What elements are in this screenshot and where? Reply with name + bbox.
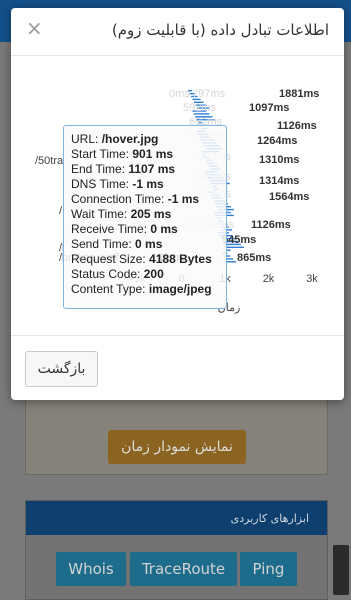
tooltip-row-receive: Receive Time: 0 ms bbox=[71, 222, 178, 236]
back-button[interactable]: بازگشت bbox=[25, 351, 98, 387]
tooltip-row-connection: Connection Time: -1 ms bbox=[71, 192, 200, 206]
tooltip-row-url: URL: /hover.jpg bbox=[71, 132, 159, 146]
timing-label: 1264ms bbox=[257, 135, 297, 147]
timing-label: 1881ms bbox=[279, 88, 319, 100]
data-exchange-dialog: × اطلاعات تبادل داده (با قابلیت زوم) 0ms… bbox=[11, 8, 344, 400]
whois-button[interactable]: Whois bbox=[56, 552, 126, 586]
tools-title: ابزارهای کاربردی bbox=[26, 501, 327, 535]
waterfall-chart-area[interactable]: 0ms797ms592ms692ms778ms903ms921ms928ms43… bbox=[11, 56, 344, 334]
traceroute-button[interactable]: TraceRoute bbox=[130, 552, 237, 586]
x-tick-label: 3k bbox=[306, 273, 318, 285]
waterfall-bar bbox=[226, 249, 231, 251]
dialog-header: × اطلاعات تبادل داده (با قابلیت زوم) bbox=[11, 8, 344, 56]
background-scrollbar bbox=[333, 545, 349, 595]
dialog-footer: بازگشت bbox=[11, 335, 344, 400]
ping-button[interactable]: Ping bbox=[240, 552, 297, 586]
timing-label: 545ms bbox=[222, 234, 256, 246]
faded-label: 0ms bbox=[169, 88, 190, 100]
show-time-chart-button[interactable]: نمایش نمودار زمان bbox=[108, 430, 246, 464]
timing-label: 1314ms bbox=[259, 175, 299, 187]
tooltip-row-wait: Wait Time: 205 ms bbox=[71, 207, 172, 221]
chart-tooltip: URL: /hover.jpg Start Time: 901 ms End T… bbox=[63, 125, 227, 309]
tooltip-row-end: End Time: 1107 ms bbox=[71, 162, 176, 176]
tooltip-row-content-type: Content Type: image/jpeg bbox=[71, 282, 212, 296]
waterfall-bar bbox=[226, 261, 237, 263]
tooltip-row-size: Request Size: 4188 Bytes bbox=[71, 252, 212, 266]
timing-label: 1310ms bbox=[259, 154, 299, 166]
waterfall-bar bbox=[225, 246, 244, 248]
faded-label: 592ms bbox=[183, 102, 217, 114]
faded-label: 797ms bbox=[192, 88, 226, 100]
dialog-title: اطلاعات تبادل داده (با قابلیت زوم) bbox=[111, 21, 329, 39]
close-icon[interactable]: × bbox=[26, 18, 43, 38]
x-tick-label: 2k bbox=[263, 273, 275, 285]
timing-label: 1126ms bbox=[277, 120, 317, 132]
timing-label: 1564ms bbox=[269, 191, 309, 203]
tooltip-row-status: Status Code: 200 bbox=[71, 267, 164, 281]
tooltip-row-dns: DNS Time: -1 ms bbox=[71, 177, 164, 191]
tooltip-row-send: Send Time: 0 ms bbox=[71, 237, 163, 251]
resource-label: /50tra bbox=[35, 155, 64, 167]
tooltip-row-start: Start Time: 901 ms bbox=[71, 147, 174, 161]
timing-label: 1126ms bbox=[251, 219, 291, 231]
timing-label: 865ms bbox=[237, 252, 271, 264]
timing-label: 1097ms bbox=[249, 102, 289, 114]
